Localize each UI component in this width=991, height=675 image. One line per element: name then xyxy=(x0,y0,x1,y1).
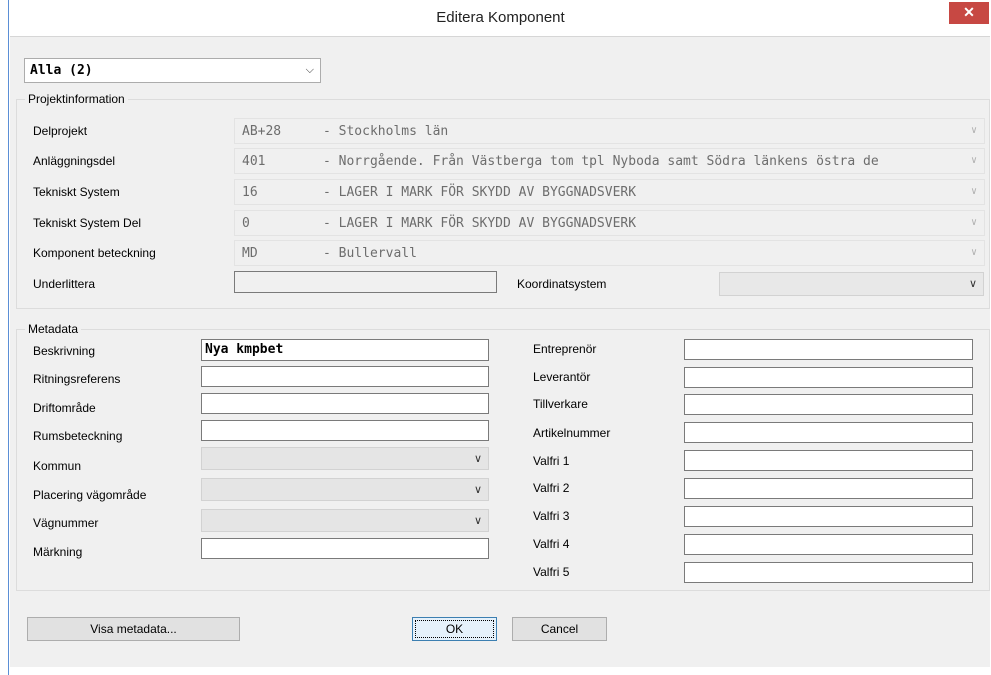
metadata-title: Metadata xyxy=(25,322,82,336)
placering-vagomrade-label: Placering vägområde xyxy=(33,488,147,502)
delprojekt-label: Delprojekt xyxy=(33,124,88,138)
tekniskt-system-del-code: 0 xyxy=(242,216,250,231)
tekniskt-system-del-select: 0 - LAGER I MARK FÖR SKYDD AV BYGGNADSVE… xyxy=(234,210,985,236)
valfri-5-label: Valfri 5 xyxy=(533,565,570,579)
kommun-label: Kommun xyxy=(33,459,82,473)
tekniskt-system-del-desc: - LAGER I MARK FÖR SKYDD AV BYGGNADSVERK xyxy=(323,216,637,231)
chevron-down-icon: ∨ xyxy=(968,278,977,290)
placering-vagomrade-select[interactable]: ∨ xyxy=(201,478,489,501)
anlaggningsdel-label: Anläggningsdel xyxy=(33,154,116,168)
komponent-beteckning-code: MD xyxy=(242,246,258,261)
anlaggningsdel-select: 401 - Norrgående. Från Västberga tom tpl… xyxy=(234,148,985,174)
beskrivning-field[interactable]: Nya kmpbet xyxy=(201,339,489,361)
entreprenor-label: Entreprenör xyxy=(533,342,597,356)
filter-dropdown[interactable]: Alla (2) ⌵ xyxy=(24,58,321,83)
close-icon[interactable]: ✕ xyxy=(949,2,989,24)
komponent-beteckning-select: MD - Bullervall ∨ xyxy=(234,240,985,266)
markning-label: Märkning xyxy=(33,545,83,559)
kommun-select[interactable]: ∨ xyxy=(201,447,489,470)
chevron-down-icon: ∨ xyxy=(964,119,984,143)
valfri-3-label: Valfri 3 xyxy=(533,509,570,523)
tekniskt-system-label: Tekniskt System xyxy=(33,185,120,199)
visa-metadata-button[interactable]: Visa metadata... xyxy=(27,617,240,641)
tekniskt-system-select: 16 - LAGER I MARK FÖR SKYDD AV BYGGNADSV… xyxy=(234,179,985,205)
markning-field[interactable] xyxy=(201,538,489,559)
chevron-down-icon: ∨ xyxy=(473,453,482,465)
tillverkare-label: Tillverkare xyxy=(533,397,588,411)
valfri-4-field[interactable] xyxy=(684,534,973,555)
cancel-button[interactable]: Cancel xyxy=(512,617,607,641)
komponent-beteckning-label: Komponent beteckning xyxy=(33,246,156,260)
driftomrade-field[interactable] xyxy=(201,393,489,414)
vagnummer-label: Vägnummer xyxy=(33,516,99,530)
valfri-3-field[interactable] xyxy=(684,506,973,527)
projektinformation-title: Projektinformation xyxy=(25,92,128,106)
ok-button[interactable]: OK xyxy=(412,617,497,641)
valfri-4-label: Valfri 4 xyxy=(533,537,570,551)
ritningsreferens-label: Ritningsreferens xyxy=(33,372,121,386)
valfri-2-field[interactable] xyxy=(684,478,973,499)
beskrivning-label: Beskrivning xyxy=(33,344,96,358)
beskrivning-value: Nya kmpbet xyxy=(205,342,284,357)
tekniskt-system-code: 16 xyxy=(242,185,258,200)
ok-label: OK xyxy=(445,622,464,636)
dialog-window: Editera Komponent ✕ Alla (2) ⌵ Projektin… xyxy=(8,0,991,675)
rumsbeteckning-label: Rumsbeteckning xyxy=(33,429,123,443)
chevron-down-icon: ∨ xyxy=(964,211,984,235)
underlittera-label: Underlittera xyxy=(33,277,96,291)
valfri-1-field[interactable] xyxy=(684,450,973,471)
chevron-down-icon: ∨ xyxy=(964,149,984,173)
valfri-1-label: Valfri 1 xyxy=(533,454,570,468)
valfri-2-label: Valfri 2 xyxy=(533,481,570,495)
delprojekt-desc: - Stockholms län xyxy=(323,124,449,139)
driftomrade-label: Driftområde xyxy=(33,401,96,415)
vagnummer-select[interactable]: ∨ xyxy=(201,509,489,532)
tekniskt-system-del-label: Tekniskt System Del xyxy=(33,216,142,230)
leverantor-field[interactable] xyxy=(684,367,973,388)
tillverkare-field[interactable] xyxy=(684,394,973,415)
anlaggningsdel-desc: - Norrgående. Från Västberga tom tpl Nyb… xyxy=(323,154,879,169)
title-bar: Editera Komponent ✕ xyxy=(9,0,991,36)
chevron-down-icon: ∨ xyxy=(964,180,984,204)
chevron-down-icon: ∨ xyxy=(964,241,984,265)
tekniskt-system-desc: - LAGER I MARK FÖR SKYDD AV BYGGNADSVERK xyxy=(323,185,637,200)
ritningsreferens-field[interactable] xyxy=(201,366,489,387)
window-title: Editera Komponent xyxy=(436,9,565,26)
rumsbeteckning-field[interactable] xyxy=(201,420,489,441)
entreprenor-field[interactable] xyxy=(684,339,973,360)
delprojekt-select: AB+28 - Stockholms län ∨ xyxy=(234,118,985,144)
koordinatsystem-label: Koordinatsystem xyxy=(517,277,607,291)
komponent-beteckning-desc: - Bullervall xyxy=(323,246,417,261)
dialog-client-area: Alla (2) ⌵ Projektinformation Delprojekt… xyxy=(10,36,990,667)
artikelnummer-label: Artikelnummer xyxy=(533,426,611,440)
chevron-down-icon: ∨ xyxy=(473,515,482,527)
underlittera-field[interactable] xyxy=(234,271,497,293)
chevron-down-icon: ⌵ xyxy=(305,64,314,76)
filter-selected-value: Alla (2) xyxy=(30,63,93,78)
koordinatsystem-select[interactable]: ∨ xyxy=(719,272,984,296)
delprojekt-code: AB+28 xyxy=(242,124,282,139)
leverantor-label: Leverantör xyxy=(533,370,591,384)
chevron-down-icon: ∨ xyxy=(473,484,482,496)
valfri-5-field[interactable] xyxy=(684,562,973,583)
anlaggningsdel-code: 401 xyxy=(242,154,266,169)
artikelnummer-field[interactable] xyxy=(684,422,973,443)
